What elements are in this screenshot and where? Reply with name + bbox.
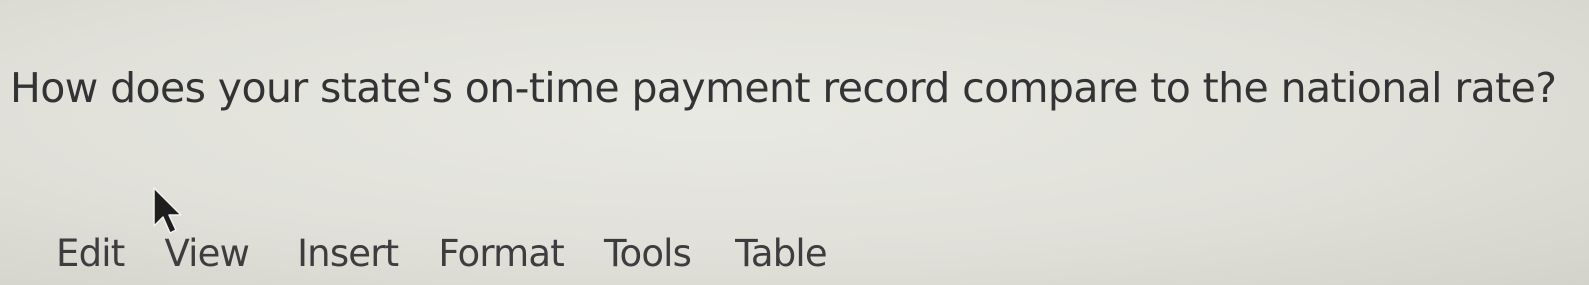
menu-tools[interactable]: Tools: [604, 232, 692, 275]
mouse-pointer-icon: [153, 187, 182, 234]
question-text: How does your state's on-time payment re…: [10, 64, 1557, 112]
menu-format[interactable]: Format: [438, 232, 564, 275]
menu-insert[interactable]: Insert: [297, 232, 399, 275]
menu-edit[interactable]: Edit: [56, 232, 125, 275]
menu-table[interactable]: Table: [735, 232, 827, 275]
